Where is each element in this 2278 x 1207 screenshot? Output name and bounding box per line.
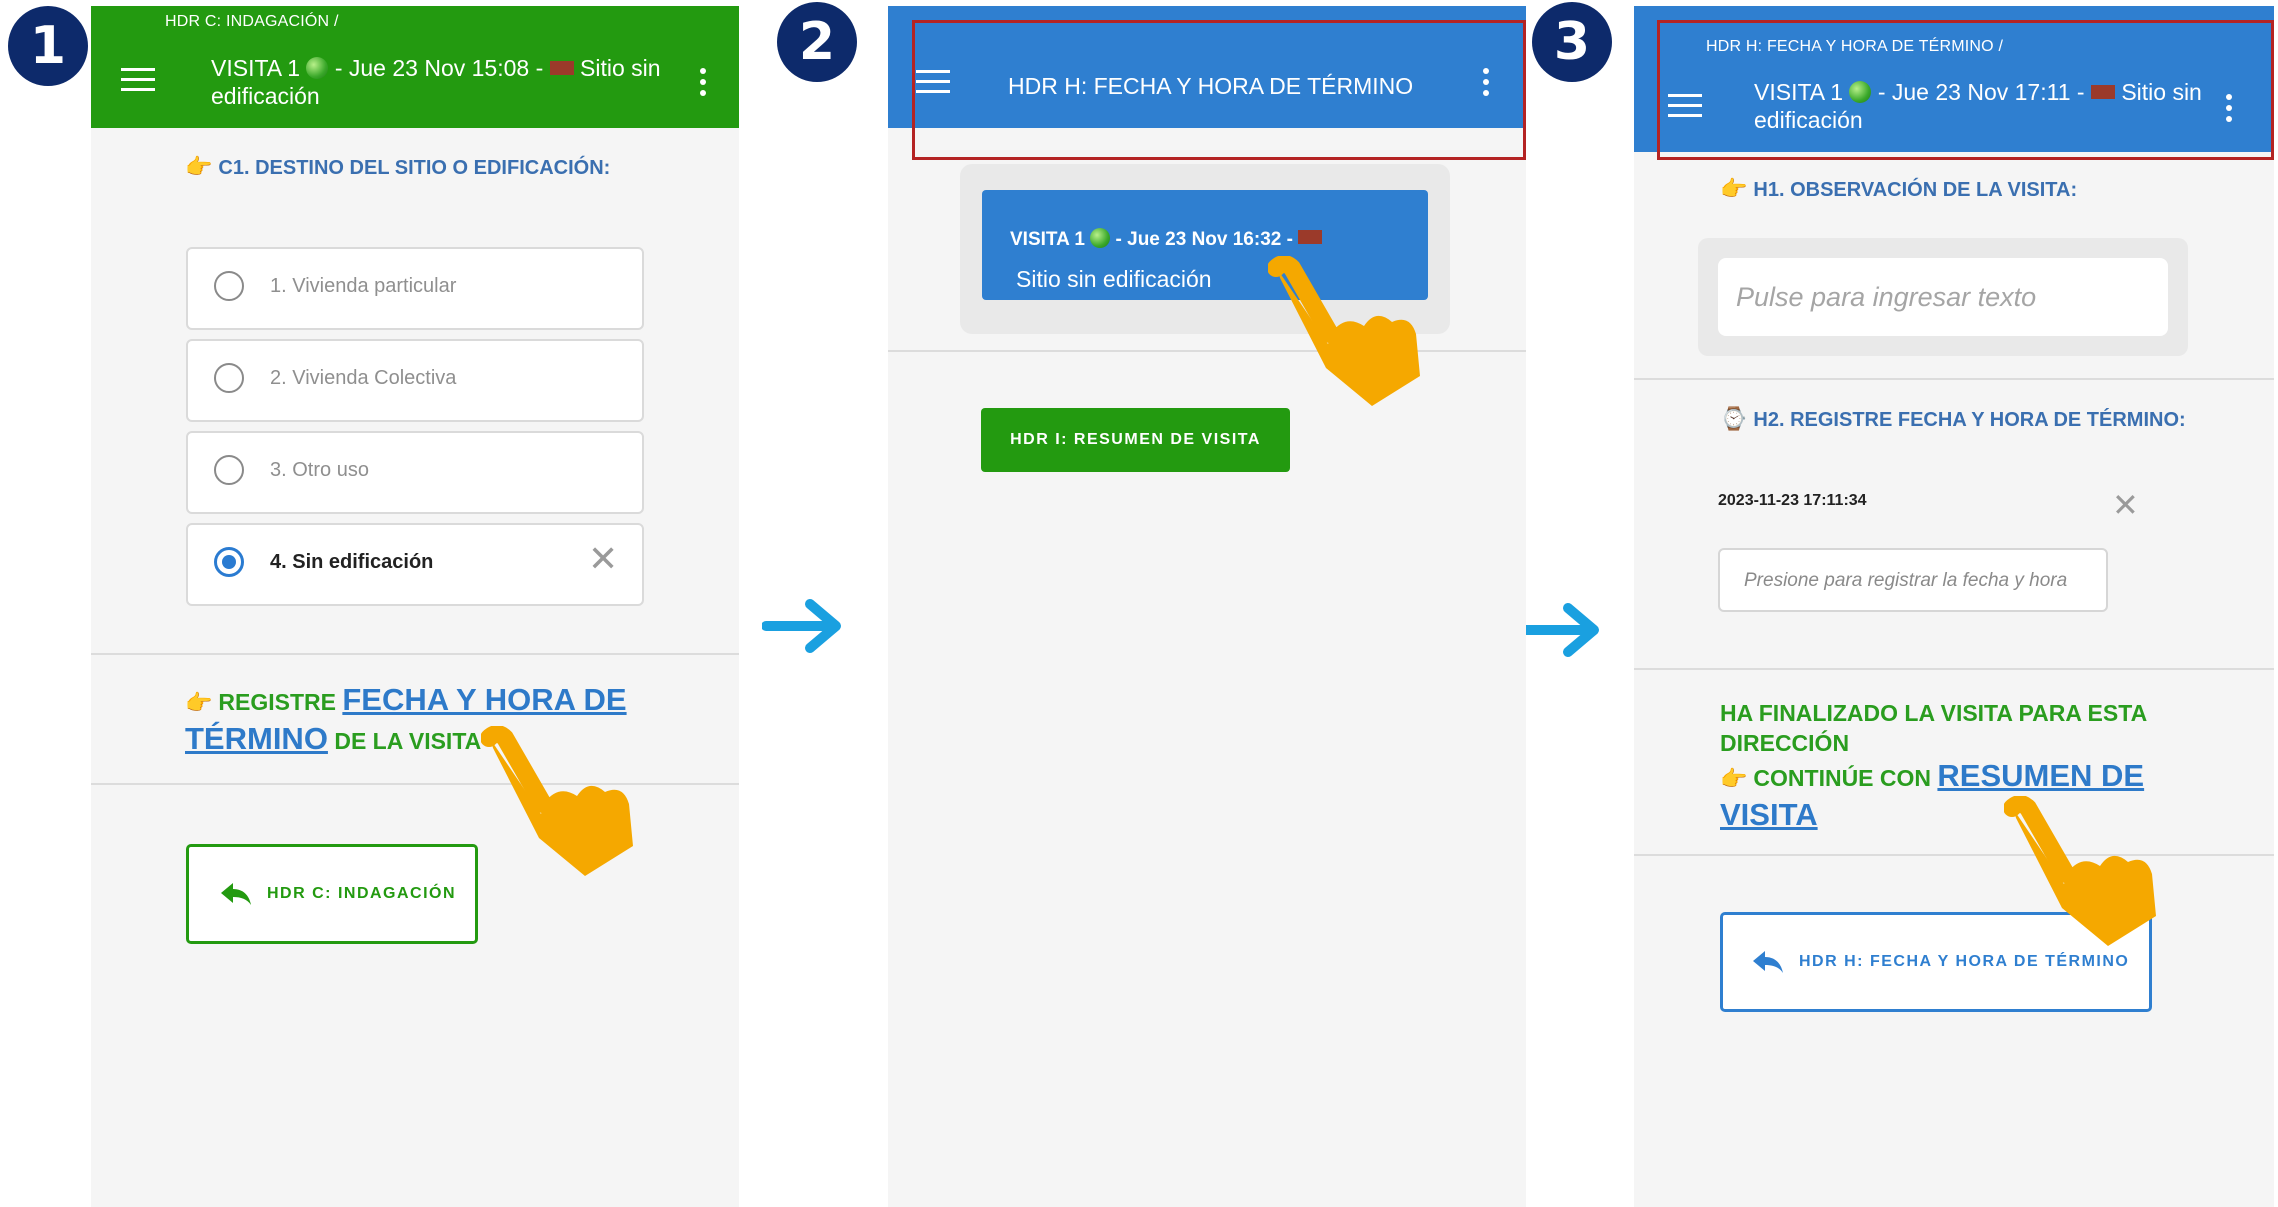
prompt-text-end: DE LA VISITA <box>334 728 482 754</box>
clear-icon[interactable]: ✕ <box>2112 486 2139 524</box>
observation-input[interactable]: Pulse para ingresar texto <box>1718 258 2168 336</box>
option-label: 1. Vivienda particular <box>270 275 457 297</box>
pointing-hand-icon: 👉 <box>1720 176 1748 201</box>
redacted-address-icon <box>549 61 574 75</box>
radio-icon[interactable] <box>214 363 244 393</box>
step-badge-2: 2 <box>777 2 857 82</box>
option-label: 4. Sin edificación <box>270 551 434 573</box>
divider <box>91 783 739 785</box>
clear-icon[interactable]: ✕ <box>588 539 618 580</box>
section-title-c1: 👉 C1. DESTINO DEL SITIO O EDIFICACIÓN: <box>185 154 611 179</box>
option-otro-uso[interactable]: 3. Otro uso <box>186 431 644 514</box>
register-datetime-placeholder: Presione para registrar la fecha y hora <box>1744 570 2068 591</box>
highlight-box <box>1657 20 2274 160</box>
finished-text-line2: DIRECCIÓN <box>1720 730 1850 756</box>
radio-selected-icon[interactable] <box>214 547 244 577</box>
divider <box>1634 668 2274 670</box>
pointing-hand-icon: 👉 <box>185 690 213 715</box>
visit-label: VISITA 1 <box>211 55 301 81</box>
divider <box>91 653 739 655</box>
section-title-h1: 👉 H1. OBSERVACIÓN DE LA VISITA: <box>1720 176 2078 201</box>
app-header: HDR C: INDAGACIÓN / VISITA 1 - Jue 23 No… <box>91 6 739 128</box>
back-button[interactable]: HDR C: INDAGACIÓN <box>186 844 478 944</box>
tap-hand-icon <box>1268 256 1420 406</box>
visit-summary-link[interactable]: RESUMEN DE <box>1937 758 2144 793</box>
status-green-dot-icon <box>306 57 329 79</box>
pointing-hand-icon: 👉 <box>1720 766 1748 791</box>
pointing-hand-icon: 👉 <box>185 154 213 179</box>
option-label: 3. Otro uso <box>270 459 369 481</box>
section-title-h2: ⌚ H2. REGISTRE FECHA Y HORA DE TÉRMINO: <box>1720 406 2186 431</box>
divider <box>1634 854 2274 856</box>
visit-card-subtitle: Sitio sin edificación <box>1016 266 1212 292</box>
watch-icon: ⌚ <box>1720 406 1748 431</box>
page-title: VISITA 1 - Jue 23 Nov 15:08 - Sitio sin … <box>211 54 681 110</box>
tap-hand-icon <box>481 726 633 876</box>
reply-arrow-icon <box>1753 951 1783 973</box>
visit-summary-link-line2[interactable]: VISITA <box>1720 797 1818 832</box>
redacted-address-icon <box>1298 230 1323 244</box>
continue-text: CONTINÚE CON <box>1753 765 1932 791</box>
back-button-label: HDR C: INDAGACIÓN <box>267 885 457 902</box>
end-datetime-link[interactable]: FECHA Y HORA DE <box>342 682 626 717</box>
end-datetime-link-line2[interactable]: TÉRMINO <box>185 721 328 756</box>
option-sin-edificacion[interactable]: 4. Sin edificación ✕ <box>186 523 644 606</box>
tap-hand-icon <box>2004 796 2156 946</box>
menu-icon[interactable] <box>121 68 155 98</box>
divider <box>1634 378 2274 380</box>
option-vivienda-particular[interactable]: 1. Vivienda particular <box>186 247 644 330</box>
option-vivienda-colectiva[interactable]: 2. Vivienda Colectiva <box>186 339 644 422</box>
divider <box>888 350 1526 352</box>
radio-icon[interactable] <box>214 455 244 485</box>
visit-datetime: - Jue 23 Nov 15:08 - <box>334 55 544 81</box>
more-options-icon[interactable] <box>700 68 706 101</box>
breadcrumb[interactable]: HDR C: INDAGACIÓN / <box>165 13 339 31</box>
prompt-text: REGISTRE <box>218 689 336 715</box>
step-badge-3: 3 <box>1532 2 1612 82</box>
highlight-box <box>912 20 1526 160</box>
finished-text: HA FINALIZADO LA VISITA PARA ESTA <box>1720 700 2148 726</box>
screen-1: HDR C: INDAGACIÓN / VISITA 1 - Jue 23 No… <box>91 6 739 1207</box>
step-badge-1: 1 <box>8 6 88 86</box>
observation-placeholder: Pulse para ingresar texto <box>1736 282 2037 312</box>
visit-card-title: VISITA 1 - Jue 23 Nov 16:32 - <box>1010 228 1323 251</box>
reply-arrow-icon <box>221 883 251 905</box>
option-label: 2. Vivienda Colectiva <box>270 367 457 389</box>
screen-2: HDR H: FECHA Y HORA DE TÉRMINO VISITA 1 … <box>888 6 1526 1207</box>
visit-site-status-line2: edificación <box>211 83 320 109</box>
arrow-right-icon <box>1520 603 1599 657</box>
register-datetime-input[interactable]: Presione para registrar la fecha y hora <box>1718 548 2108 612</box>
end-datetime-value: 2023-11-23 17:11:34 <box>1718 492 1867 509</box>
next-section-button[interactable]: HDR I: RESUMEN DE VISITA <box>981 408 1290 472</box>
status-green-dot-icon <box>1090 228 1111 248</box>
arrow-right-icon <box>762 599 841 653</box>
screen-3: HDR H: FECHA Y HORA DE TÉRMINO / VISITA … <box>1634 6 2274 1207</box>
visit-site-status: Sitio sin <box>580 55 661 81</box>
radio-icon[interactable] <box>214 271 244 301</box>
visit-finished-message: HA FINALIZADO LA VISITA PARA ESTA DIRECC… <box>1720 698 2190 758</box>
